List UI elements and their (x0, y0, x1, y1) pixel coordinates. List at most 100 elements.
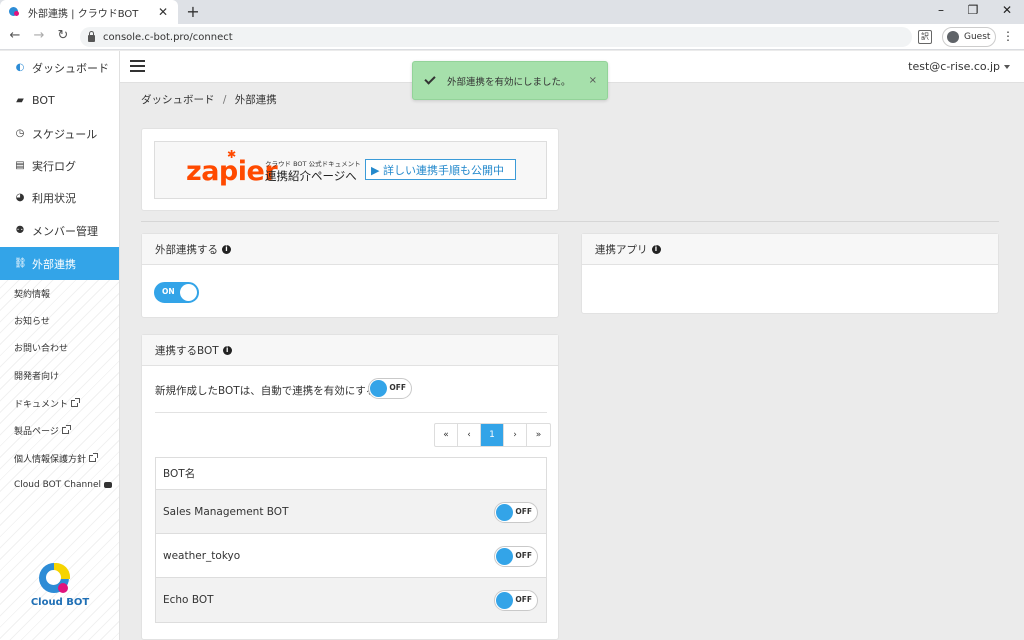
forward-icon[interactable]: → (30, 28, 48, 43)
browser-tab[interactable]: 外部連携 | クラウドBOT ✕ (0, 0, 178, 24)
logo-text: Cloud BOT (30, 597, 90, 608)
bot-link-toggle[interactable]: OFF (494, 502, 538, 523)
external-link-icon (61, 424, 71, 434)
translate-icon[interactable]: 訳 (918, 30, 932, 44)
bot-link-toggle[interactable]: OFF (494, 546, 538, 567)
sidebar-item-label: BOT (32, 94, 55, 107)
success-toast: 外部連携を有効にしました。 × (412, 61, 608, 100)
sidebar-link-label: お知らせ (14, 316, 50, 327)
sidebar-link-contract[interactable]: 契約情報 (0, 282, 119, 304)
breadcrumb-separator: / (222, 94, 227, 106)
card-header: 連携するBOT i (142, 335, 558, 366)
table-header-row: BOT名 (156, 458, 546, 490)
toggle-knob (180, 284, 197, 301)
sidebar-link-contact[interactable]: お問い合わせ (0, 336, 119, 358)
sidebar-item-usage[interactable]: ◕ 利用状況 (0, 181, 119, 214)
card-divider (155, 412, 547, 413)
check-icon (424, 73, 436, 85)
info-icon[interactable]: i (651, 244, 661, 254)
url-text: console.c-bot.pro/connect (103, 31, 233, 43)
video-icon (103, 482, 112, 488)
page-last-button[interactable]: » (527, 424, 550, 446)
zapier-banner[interactable]: zapier ✱ クラウド BOT 公式ドキュメント 連携紹介ページへ ▶ 詳し… (154, 141, 547, 199)
banner-small-text: クラウド BOT 公式ドキュメント (265, 160, 361, 168)
bot-link-toggle[interactable]: OFF (494, 590, 538, 611)
sidebar-item-label: 利用状況 (32, 191, 76, 205)
card-title: 連携アプリ (595, 243, 648, 256)
breadcrumb-current: 外部連携 (234, 94, 277, 106)
caret-down-icon[interactable] (1004, 65, 1010, 69)
banner-big-text: 連携紹介ページへ (265, 169, 357, 183)
tab-close-icon[interactable]: ✕ (156, 5, 170, 19)
card-title: 連携するBOT (155, 344, 219, 357)
breadcrumb-home[interactable]: ダッシュボード (141, 94, 215, 106)
restore-icon[interactable]: ❐ (958, 3, 988, 17)
sidebar-link-label: お問い合わせ (14, 343, 69, 354)
info-icon[interactable]: i (222, 345, 232, 355)
page-prev-button[interactable]: ‹ (458, 424, 481, 446)
auto-link-toggle[interactable]: OFF (368, 378, 412, 399)
toggle-knob (496, 548, 513, 565)
sidebar-link-privacy-policy[interactable]: 個人情報保護方針 (0, 447, 119, 469)
external-link-icon (71, 397, 81, 407)
external-link-toggle[interactable]: ON (154, 282, 199, 303)
info-icon[interactable]: i (222, 244, 231, 254)
table-row: Sales Management BOT OFF (156, 490, 546, 534)
window-close-icon[interactable]: ✕ (992, 3, 1022, 17)
sidebar-link-news[interactable]: お知らせ (0, 309, 119, 331)
zapier-star-icon: ✱ (227, 148, 237, 161)
bot-table: BOT名 Sales Management BOT OFF weather_to… (155, 457, 547, 623)
file-icon: ▤ (15, 160, 25, 171)
page-1-button[interactable]: 1 (481, 424, 504, 446)
pagination: « ‹ 1 › » (434, 423, 551, 447)
browser-tab-bar: 外部連携 | クラウドBOT ✕ + – ❐ ✕ (0, 0, 1024, 24)
guest-profile-button[interactable]: Guest (942, 27, 996, 47)
bot-name: weather_tokyo (163, 549, 241, 562)
page-first-button[interactable]: « (435, 424, 458, 446)
sidebar-link-label: Cloud BOT Channel (14, 480, 101, 490)
breadcrumb: ダッシュボード / 外部連携 (141, 92, 277, 107)
sidebar-item-label: ダッシュボード (32, 61, 109, 75)
url-field[interactable]: console.c-bot.pro/connect (80, 27, 912, 47)
pie-chart-icon: ◕ (15, 192, 25, 203)
page-next-button[interactable]: › (504, 424, 527, 446)
table-row: weather_tokyo OFF (156, 534, 546, 578)
minimize-icon[interactable]: – (926, 3, 956, 17)
card-title: 外部連携する (155, 243, 218, 256)
column-header-bot-name: BOT名 (163, 468, 196, 480)
bot-name: Sales Management BOT (163, 505, 289, 518)
sidebar-link-label: 製品ページ (14, 426, 59, 437)
new-tab-button[interactable]: + (184, 2, 202, 21)
browser-menu-icon[interactable]: ⋮ (1002, 29, 1014, 43)
sidebar-item-label: 実行ログ (32, 159, 76, 173)
sidebar-link-documents[interactable]: ドキュメント (0, 392, 119, 414)
back-icon[interactable]: ← (6, 28, 24, 43)
sidebar-item-members[interactable]: ⚉ メンバー管理 (0, 214, 119, 247)
guest-label: Guest (964, 32, 991, 42)
toggle-label: OFF (389, 383, 406, 392)
sidebar-item-execution-log[interactable]: ▤ 実行ログ (0, 149, 119, 182)
sidebar-link-channel[interactable]: Cloud BOT Channel (0, 474, 119, 496)
sidebar-item-label: 外部連携 (32, 257, 76, 271)
sidebar-link-developers[interactable]: 開発者向け (0, 364, 119, 386)
cloud-bot-favicon-icon (8, 6, 20, 18)
sidebar-link-label: 個人情報保護方針 (14, 454, 87, 465)
clock-icon: ◷ (15, 128, 25, 139)
address-bar: ← → ↻ console.c-bot.pro/connect 訳 Guest … (0, 24, 1024, 50)
sidebar-link-product-page[interactable]: 製品ページ (0, 419, 119, 441)
toast-close-button[interactable]: × (589, 75, 597, 86)
zapier-banner-card: zapier ✱ クラウド BOT 公式ドキュメント 連携紹介ページへ ▶ 詳し… (141, 128, 559, 211)
sidebar-link-label: 契約情報 (14, 289, 51, 300)
reload-icon[interactable]: ↻ (54, 28, 72, 43)
sidebar-item-bot[interactable]: ▰ BOT (0, 84, 119, 117)
sidebar-item-label: スケジュール (32, 127, 98, 141)
cloud-bot-icon: ◐ (15, 62, 25, 73)
bot-name: Echo BOT (163, 594, 214, 606)
sidebar-item-external-link[interactable]: ⛓ 外部連携 (0, 247, 119, 280)
banner-detail-button[interactable]: ▶ 詳しい連携手順も公開中 (365, 159, 516, 180)
sidebar-item-schedule[interactable]: ◷ スケジュール (0, 117, 119, 150)
user-menu[interactable]: test@c-rise.co.jp (908, 60, 1000, 73)
external-link-icon (89, 452, 99, 462)
menu-toggle-icon[interactable] (130, 60, 145, 72)
sidebar-item-dashboard[interactable]: ◐ ダッシュボード (0, 51, 119, 84)
